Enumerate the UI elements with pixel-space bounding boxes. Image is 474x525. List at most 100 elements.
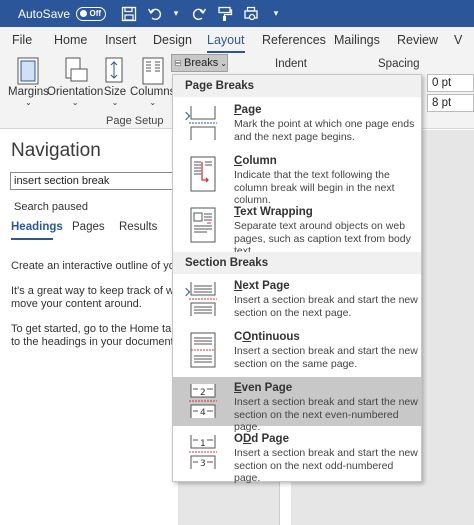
menu-item-page-break[interactable]: Page Mark the point at which one page en… <box>173 99 421 148</box>
menu-item-description: Insert a section break and start the new… <box>234 447 418 484</box>
menu-item-title: Text Wrapping <box>234 206 313 218</box>
active-tab-indicator <box>11 238 53 240</box>
svg-text:2: 2 <box>200 388 206 398</box>
title-rest: ntinuous <box>251 331 300 343</box>
title-rest: olumn <box>242 155 277 167</box>
tab-home[interactable]: Home <box>54 27 87 53</box>
size-icon <box>105 57 123 83</box>
ribbon-tabs: File Home Insert Design Layout Reference… <box>0 27 474 53</box>
breaks-icon <box>175 60 181 66</box>
title-rest: ven Page <box>241 382 293 394</box>
undo-icon[interactable] <box>144 3 166 25</box>
print-preview-icon[interactable] <box>240 3 262 25</box>
menu-item-title: Next Page <box>234 280 290 292</box>
chevron-down-icon: ⌄ <box>111 98 119 107</box>
spacing-before-input[interactable]: 0 pt <box>427 74 474 92</box>
orientation-label: Orientation <box>47 86 104 98</box>
tab-results[interactable]: Results <box>119 221 157 233</box>
breaks-dropdown-menu: Page Breaks Page Mark the point at which… <box>172 74 422 484</box>
margins-label: Margins <box>8 86 49 98</box>
margins-icon <box>17 57 39 85</box>
chevron-down-icon: ⌄ <box>220 58 227 68</box>
access-key: O <box>242 331 252 343</box>
title-bar: AutoSave Off ▾ ▾ <box>0 0 474 27</box>
menu-item-title: Even Page <box>234 382 292 394</box>
orientation-button[interactable]: Orientation ⌄ <box>47 56 103 107</box>
tab-insert[interactable]: Insert <box>105 27 136 53</box>
tab-review[interactable]: Review <box>397 27 438 53</box>
text-wrapping-icon <box>190 207 216 243</box>
page-setup-group-label: Page Setup <box>106 115 164 127</box>
menu-item-continuous[interactable]: COntinuous Insert a section break and st… <box>173 326 421 375</box>
columns-label: Columns <box>130 86 176 98</box>
menu-item-column-break[interactable]: Column Indicate that the text following … <box>173 150 421 206</box>
continuous-break-icon <box>190 332 216 368</box>
tab-pages[interactable]: Pages <box>72 221 105 233</box>
tab-view[interactable]: V <box>454 27 462 53</box>
page-breaks-header: Page Breaks <box>173 75 421 97</box>
autosave-toggle[interactable]: Off <box>76 6 107 21</box>
tab-references[interactable]: References <box>262 27 326 53</box>
svg-text:3: 3 <box>200 459 206 469</box>
size-label: Size <box>103 86 127 98</box>
svg-text:1: 1 <box>200 439 206 449</box>
autosave-state: Off <box>89 9 102 18</box>
menu-item-title: Page <box>234 104 262 116</box>
page-break-icon <box>189 106 217 140</box>
menu-item-even-page[interactable]: 24 Even Page Insert a section break and … <box>173 377 421 433</box>
title-rest: age <box>241 104 262 116</box>
size-button[interactable]: Size ⌄ <box>102 56 128 107</box>
menu-item-description: Insert a section break and start the new… <box>234 294 418 319</box>
access-key: P <box>234 104 242 116</box>
search-status: Search paused <box>14 201 88 213</box>
breaks-button[interactable]: Breaks ⌄ <box>171 54 228 72</box>
redo-icon[interactable] <box>188 3 210 25</box>
access-key: E <box>234 382 242 394</box>
chevron-down-icon: ⌄ <box>149 98 157 107</box>
section-breaks-header: Section Breaks <box>173 252 421 274</box>
nav-help-text-2b: move your content around. <box>11 298 142 310</box>
columns-icon <box>142 57 164 85</box>
menu-item-description: Insert a section break and start the new… <box>234 345 418 370</box>
tab-layout[interactable]: Layout <box>207 27 245 53</box>
format-painter-icon[interactable] <box>214 3 236 25</box>
title-first: O <box>234 433 243 445</box>
spacing-label: Spacing <box>378 58 420 70</box>
tab-file[interactable]: File <box>12 27 32 53</box>
menu-item-title: Column <box>234 155 277 167</box>
margins-button[interactable]: Margins ⌄ <box>8 56 49 107</box>
menu-item-text-wrapping[interactable]: Text Wrapping Separate text around objec… <box>173 201 421 257</box>
columns-button[interactable]: Columns ⌄ <box>130 56 175 107</box>
navigation-title: Navigation <box>11 140 101 161</box>
tab-design[interactable]: Design <box>153 27 192 53</box>
menu-item-description: Mark the point at which one page ends an… <box>234 118 415 143</box>
navigation-search-input[interactable]: insert section break <box>10 172 180 190</box>
menu-item-odd-page[interactable]: 13 ODd Page Insert a section break and s… <box>173 428 421 484</box>
nav-help-text-1: Create an interactive outline of your do <box>11 260 179 272</box>
breaks-label: Breaks <box>184 57 219 69</box>
customize-qat-icon[interactable]: ▾ <box>268 8 284 19</box>
next-page-icon <box>189 282 217 316</box>
save-icon[interactable] <box>118 3 140 25</box>
column-break-icon <box>190 156 216 192</box>
autosave-label: AutoSave <box>18 6 71 21</box>
undo-dropdown-icon[interactable]: ▾ <box>168 8 184 19</box>
tab-headings[interactable]: Headings <box>11 221 63 233</box>
indent-label: Indent <box>275 58 307 70</box>
even-page-icon: 24 <box>189 384 217 418</box>
tab-mailings[interactable]: Mailings <box>334 27 380 53</box>
menu-item-title: COntinuous <box>234 331 300 343</box>
title-rest: d Page <box>251 433 289 445</box>
orientation-icon <box>65 57 88 82</box>
title-rest: ext Page <box>242 280 290 292</box>
menu-item-title: ODd Page <box>234 433 289 445</box>
chevron-down-icon: ⌄ <box>71 98 79 107</box>
chevron-down-icon: ⌄ <box>25 98 32 107</box>
nav-help-text-2: It's a great way to keep track of where … <box>11 285 179 297</box>
spacing-after-input[interactable]: 8 pt <box>427 94 474 112</box>
menu-item-next-page[interactable]: Next Page Insert a section break and sta… <box>173 275 421 324</box>
svg-text:4: 4 <box>200 408 206 418</box>
nav-help-text-3: To get started, go to the Home tab and <box>11 323 179 335</box>
odd-page-icon: 13 <box>189 435 217 469</box>
nav-help-text-3b: to the headings in your document. <box>11 336 177 348</box>
